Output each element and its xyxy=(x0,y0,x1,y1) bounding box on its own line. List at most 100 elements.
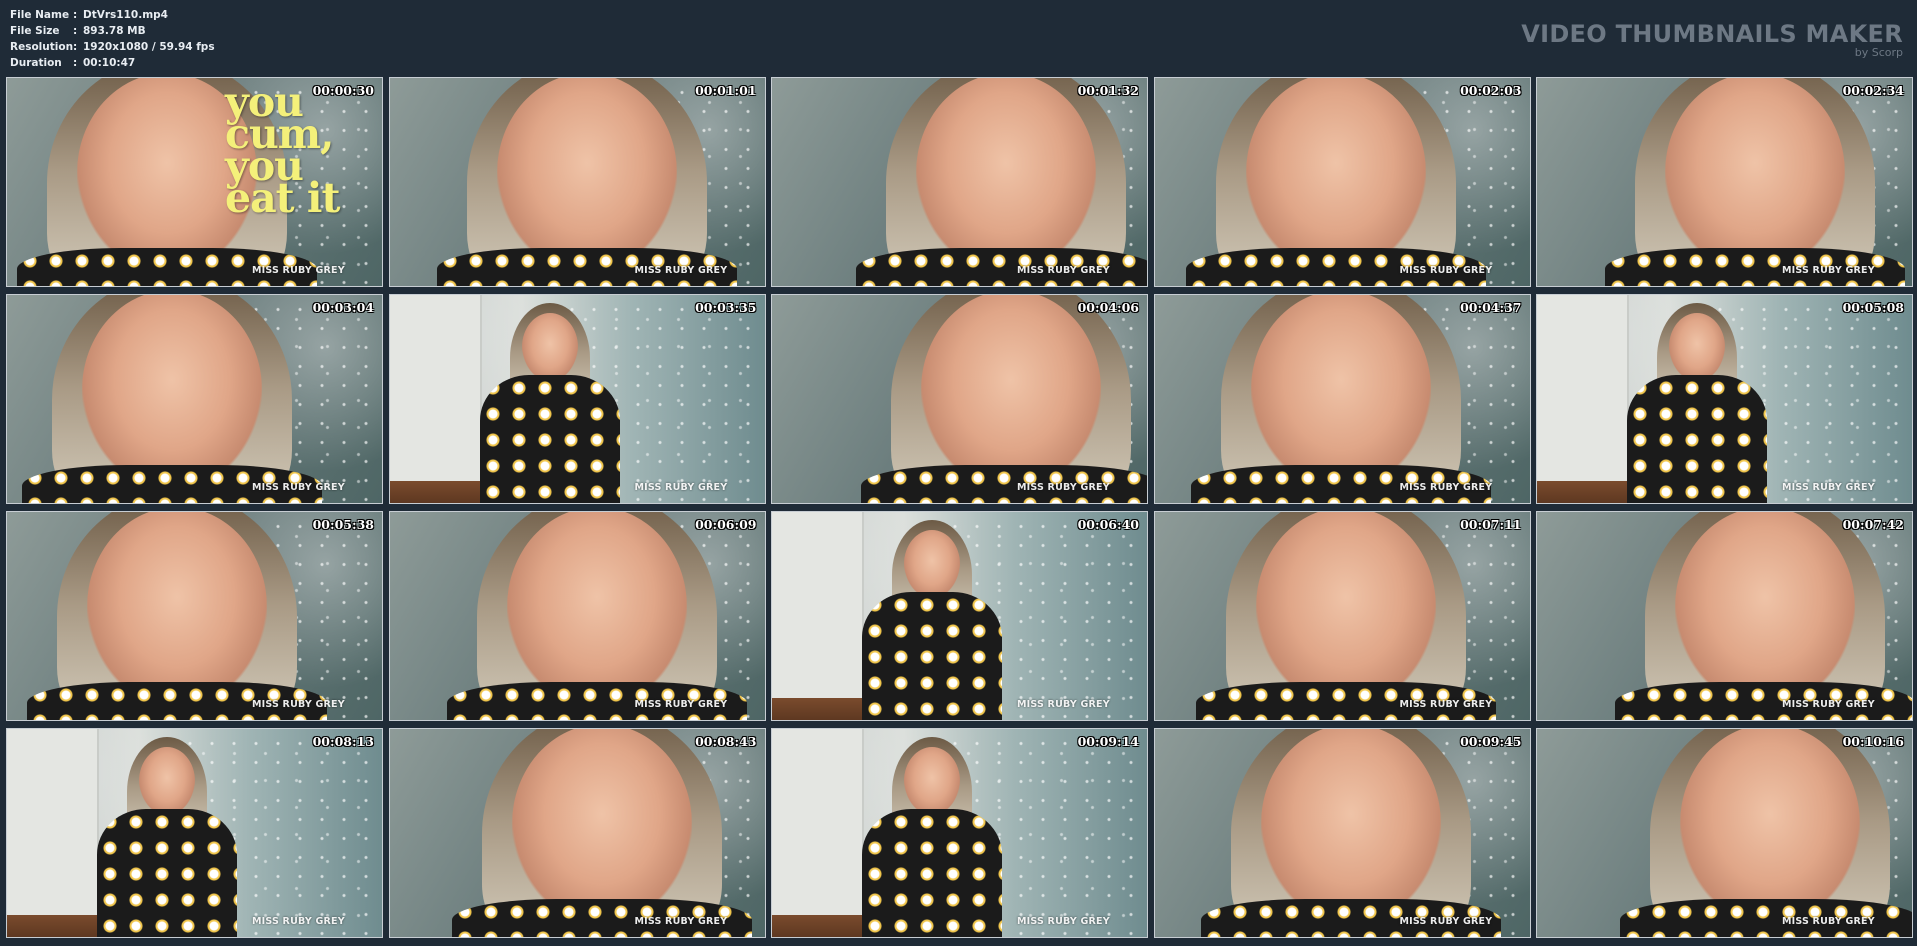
face xyxy=(87,512,267,707)
watermark-text: MISS RUBY GREY xyxy=(634,699,728,710)
watermark-text: MISS RUBY GREY xyxy=(634,916,728,927)
closet-door xyxy=(772,729,864,915)
watermark-text: MISS RUBY GREY xyxy=(252,699,345,710)
timestamp: 00:01:01 xyxy=(695,83,757,98)
thumbnail-frame: 00:06:40 MISS RUBY GREY xyxy=(771,511,1148,721)
thumbnail-frame: 00:02:34 MISS RUBY GREY xyxy=(1536,77,1913,287)
timestamp: 00:03:35 xyxy=(695,300,757,315)
face xyxy=(1675,512,1855,707)
watermark-text: MISS RUBY GREY xyxy=(1017,699,1110,710)
watermark-text: MISS RUBY GREY xyxy=(1017,482,1110,493)
brand-logo: VIDEO THUMBNAILS MAKER by Scorp xyxy=(1521,22,1903,60)
timestamp: 00:07:11 xyxy=(1460,517,1522,532)
timestamp: 00:02:34 xyxy=(1842,83,1904,98)
face xyxy=(1255,512,1436,707)
timestamp: 00:09:45 xyxy=(1460,734,1522,749)
face xyxy=(1245,78,1426,273)
timestamp: 00:02:03 xyxy=(1460,83,1522,98)
separator: : xyxy=(73,25,78,37)
watermark-text: MISS RUBY GREY xyxy=(1399,265,1493,276)
thumbnail-frame: 00:07:11 MISS RUBY GREY xyxy=(1153,511,1531,721)
face xyxy=(916,78,1096,273)
resolution-row: Resolution : 1920x1080 / 59.94 fps xyxy=(10,39,215,55)
thumbnail-frame: 00:05:08 MISS RUBY GREY xyxy=(1536,294,1913,504)
timestamp: 00:01:32 xyxy=(1077,83,1139,98)
watermark-text: MISS RUBY GREY xyxy=(1399,482,1493,493)
closet-door xyxy=(772,512,864,698)
face xyxy=(82,295,262,490)
daisy-cardigan xyxy=(97,809,237,937)
face xyxy=(921,295,1101,490)
daisy-cardigan xyxy=(479,375,620,503)
closet-door xyxy=(389,295,482,481)
face xyxy=(139,747,195,815)
header: File Name : DtVrs110.mp4 File Size : 893… xyxy=(0,0,1917,76)
thumbnail-frame: 00:04:37 MISS RUBY GREY xyxy=(1153,294,1531,504)
separator: : xyxy=(73,57,78,69)
separator: : xyxy=(73,41,78,53)
brand-subtitle: by Scorp xyxy=(1854,46,1903,59)
face xyxy=(904,530,960,598)
title-overlay-text: you cum, you eat it xyxy=(225,78,340,222)
daisy-cardigan xyxy=(862,592,1002,720)
thumbnail-frame: 00:03:04 MISS RUBY GREY xyxy=(6,294,383,504)
face xyxy=(511,729,692,924)
thumbnail-frame: 00:09:14 MISS RUBY GREY xyxy=(771,728,1148,938)
watermark-text: MISS RUBY GREY xyxy=(252,265,345,276)
watermark-text: MISS RUBY GREY xyxy=(1017,916,1110,927)
thumbnail-frame: 00:01:01 MISS RUBY GREY xyxy=(388,77,766,287)
watermark-text: MISS RUBY GREY xyxy=(252,916,345,927)
face xyxy=(904,747,960,815)
timestamp: 00:05:08 xyxy=(1842,300,1904,315)
resolution-label: Resolution xyxy=(10,41,74,53)
watermark-text: MISS RUBY GREY xyxy=(1399,699,1493,710)
thumbnail-frame: you cum, you eat it 00:00:30 MISS RUBY GRE… xyxy=(6,77,383,287)
thumbnail-frame: 00:08:43 MISS RUBY GREY xyxy=(388,728,766,938)
thumbnail-frame: 00:06:09 MISS RUBY GREY xyxy=(388,511,766,721)
file-name-row: File Name : DtVrs110.mp4 xyxy=(10,7,215,23)
timestamp: 00:09:14 xyxy=(1077,734,1139,749)
face xyxy=(521,313,578,381)
resolution-value: 1920x1080 / 59.94 fps xyxy=(83,41,215,53)
timestamp: 00:06:09 xyxy=(695,517,757,532)
file-name-label: File Name xyxy=(10,9,70,21)
thumbnail-frame: 00:09:45 MISS RUBY GREY xyxy=(1153,728,1531,938)
face xyxy=(506,512,687,707)
watermark-text: MISS RUBY GREY xyxy=(634,482,728,493)
timestamp: 00:00:30 xyxy=(312,83,374,98)
timestamp: 00:04:06 xyxy=(1077,300,1139,315)
thumbnail-frame: 00:03:35 MISS RUBY GREY xyxy=(388,294,766,504)
face xyxy=(1665,78,1845,273)
watermark-text: MISS RUBY GREY xyxy=(1017,265,1110,276)
file-size-value: 893.78 MB xyxy=(83,25,146,37)
duration-row: Duration : 00:10:47 xyxy=(10,55,215,71)
watermark-text: MISS RUBY GREY xyxy=(1782,482,1875,493)
timestamp: 00:08:43 xyxy=(695,734,757,749)
watermark-text: MISS RUBY GREY xyxy=(1782,265,1875,276)
brand-title: VIDEO THUMBNAILS MAKER xyxy=(1521,20,1903,48)
file-size-label: File Size xyxy=(10,25,60,37)
separator: : xyxy=(73,9,78,21)
face xyxy=(1250,295,1431,490)
timestamp: 00:07:42 xyxy=(1842,517,1904,532)
thumbnail-frame: 00:08:13 MISS RUBY GREY xyxy=(6,728,383,938)
face xyxy=(1260,729,1441,924)
file-info-panel: File Name : DtVrs110.mp4 File Size : 893… xyxy=(10,7,215,71)
timestamp: 00:08:13 xyxy=(312,734,374,749)
daisy-cardigan xyxy=(862,809,1002,937)
watermark-text: MISS RUBY GREY xyxy=(1782,699,1875,710)
thumbnail-grid: you cum, you eat it 00:00:30 MISS RUBY GRE… xyxy=(6,77,1913,938)
thumbnail-frame: 00:02:03 MISS RUBY GREY xyxy=(1153,77,1531,287)
face xyxy=(496,78,677,273)
watermark-text: MISS RUBY GREY xyxy=(634,265,728,276)
watermark-text: MISS RUBY GREY xyxy=(252,482,345,493)
timestamp: 00:05:38 xyxy=(312,517,374,532)
timestamp: 00:10:16 xyxy=(1842,734,1904,749)
watermark-text: MISS RUBY GREY xyxy=(1782,916,1875,927)
thumbnail-frame: 00:05:38 MISS RUBY GREY xyxy=(6,511,383,721)
duration-value: 00:10:47 xyxy=(83,57,136,69)
file-name-value: DtVrs110.mp4 xyxy=(83,9,168,21)
timestamp: 00:03:04 xyxy=(312,300,374,315)
duration-label: Duration xyxy=(10,57,62,69)
closet-door xyxy=(7,729,99,915)
